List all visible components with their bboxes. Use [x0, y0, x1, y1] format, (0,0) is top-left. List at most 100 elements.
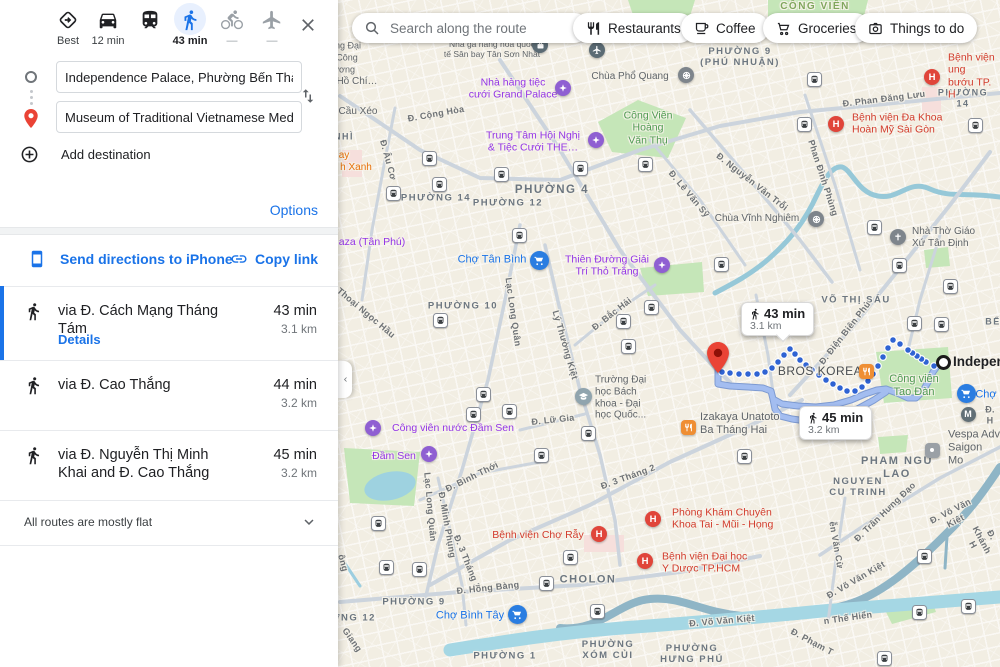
transit-stop-icon[interactable]	[616, 314, 631, 329]
transit-stop-icon[interactable]	[907, 316, 922, 331]
bubble-time: 45 min	[822, 410, 863, 425]
send-to-phone-icon	[28, 250, 46, 268]
transit-stop-icon[interactable]	[412, 562, 427, 577]
chip-things-to-do[interactable]: Things to do	[855, 13, 977, 43]
car-icon	[97, 9, 119, 31]
transit-stop-icon[interactable]	[371, 516, 386, 531]
search-input[interactable]	[388, 20, 552, 37]
attr-icon[interactable]	[654, 257, 670, 273]
transit-stop-icon[interactable]	[912, 605, 927, 620]
chip-groceries[interactable]: Groceries	[763, 13, 870, 43]
swap-arrows-icon	[299, 87, 317, 105]
transit-stop-icon[interactable]	[573, 161, 588, 176]
cart-icon[interactable]	[508, 605, 527, 624]
copy-link-button[interactable]: Copy link	[230, 250, 318, 268]
school-icon[interactable]	[575, 388, 592, 405]
attr-icon[interactable]	[421, 446, 437, 462]
attr-icon[interactable]	[588, 132, 604, 148]
route-option-1-selected[interactable]: via Đ. Cách Mạng Tháng Tám 43 min 3.1 km…	[0, 286, 338, 361]
mode-bike[interactable]: —	[212, 6, 252, 47]
mode-walk-selected[interactable]: 43 min	[170, 6, 210, 47]
search-along-route-bar[interactable]	[352, 13, 589, 43]
transit-stop-icon[interactable]	[512, 228, 527, 243]
mode-flight[interactable]: —	[252, 6, 292, 47]
transit-stop-icon[interactable]	[466, 407, 481, 422]
temple-icon[interactable]	[678, 67, 694, 83]
hospital-icon[interactable]: H	[637, 553, 653, 569]
cart-icon[interactable]	[957, 384, 976, 403]
transit-stop-icon[interactable]	[534, 448, 549, 463]
transit-stop-icon[interactable]	[714, 257, 729, 272]
options-link[interactable]: Options	[270, 202, 318, 218]
origin-marker[interactable]	[936, 355, 951, 370]
google-maps-directions-app: PHƯỜNG 9 (PHÚ NHUẬN)PHƯỜNG 4PHƯỜNG 12PHƯ…	[0, 0, 1000, 667]
transit-stop-icon[interactable]	[433, 313, 448, 328]
vespa-icon[interactable]	[925, 443, 940, 458]
origin-marker-label: Independen	[953, 354, 1000, 369]
mode-best[interactable]: Best	[48, 6, 88, 47]
chevron-down-icon[interactable]	[300, 513, 318, 531]
walking-icon	[807, 412, 819, 424]
chip-coffee[interactable]: Coffee	[681, 13, 769, 43]
transit-stop-icon[interactable]	[502, 404, 517, 419]
route-time-bubble-alt[interactable]: 45 min 3.2 km	[799, 406, 872, 440]
route-option-3[interactable]: via Đ. Nguyễn Thị Minh Khai and Đ. Cao T…	[0, 430, 338, 501]
transit-stop-icon[interactable]	[797, 117, 812, 132]
hospital-icon[interactable]: H	[645, 511, 661, 527]
transit-stop-icon[interactable]	[737, 449, 752, 464]
close-directions-button[interactable]	[295, 12, 321, 38]
restaurant-icon[interactable]	[859, 364, 874, 379]
transit-stop-icon[interactable]	[621, 339, 636, 354]
transit-stop-icon[interactable]	[422, 151, 437, 166]
transit-stop-icon[interactable]	[961, 599, 976, 614]
swap-origin-destination-button[interactable]	[296, 84, 320, 108]
origin-input[interactable]	[56, 61, 302, 93]
hospital-icon[interactable]: H	[591, 526, 607, 542]
church-icon[interactable]	[890, 229, 906, 245]
attr-icon[interactable]	[555, 80, 571, 96]
transit-stop-icon[interactable]	[943, 279, 958, 294]
transit-stop-icon[interactable]	[581, 426, 596, 441]
mode-transit[interactable]	[130, 6, 170, 35]
route-time-bubble-selected[interactable]: 43 min 3.1 km	[741, 302, 814, 336]
transit-stop-icon[interactable]	[476, 387, 491, 402]
collapse-panel-button[interactable]	[338, 361, 352, 398]
transit-stop-icon[interactable]	[968, 118, 983, 133]
chip-restaurants[interactable]: Restaurants	[573, 13, 694, 43]
transit-stop-icon[interactable]	[877, 651, 892, 666]
transit-stop-icon[interactable]	[917, 549, 932, 564]
route-distance: 3.2 km	[281, 396, 317, 410]
transit-stop-icon[interactable]	[386, 186, 401, 201]
metro-icon[interactable]: M	[961, 407, 976, 422]
destination-input[interactable]	[56, 101, 302, 133]
transit-stop-icon[interactable]	[807, 72, 822, 87]
temple-icon[interactable]	[808, 211, 824, 227]
transit-stop-icon[interactable]	[379, 560, 394, 575]
transit-stop-icon[interactable]	[432, 177, 447, 192]
add-destination-button[interactable]: Add destination	[20, 145, 151, 164]
transit-stop-icon[interactable]	[892, 258, 907, 273]
waypoint-dots	[30, 102, 33, 105]
route-option-2[interactable]: via Đ. Cao Thắng 44 min 3.2 km	[0, 360, 338, 431]
transit-stop-icon[interactable]	[539, 576, 554, 591]
send-to-phone-button[interactable]: Send directions to iPhone	[28, 250, 233, 268]
transit-stop-icon[interactable]	[934, 317, 949, 332]
mode-drive[interactable]: 12 min	[88, 6, 128, 47]
destination-pin-icon[interactable]	[707, 342, 729, 373]
airport-icon[interactable]	[589, 42, 605, 58]
transit-stop-icon[interactable]	[644, 300, 659, 315]
add-destination-label: Add destination	[61, 147, 151, 162]
transit-stop-icon[interactable]	[590, 604, 605, 619]
chip-label: Restaurants	[608, 21, 681, 36]
transit-stop-icon[interactable]	[867, 220, 882, 235]
route-details-link[interactable]: Details	[58, 332, 101, 347]
transit-stop-icon[interactable]	[638, 157, 653, 172]
cart-icon[interactable]	[530, 251, 549, 270]
chip-label: Groceries	[798, 21, 857, 36]
hospital-icon[interactable]: H	[924, 69, 940, 85]
attr-icon[interactable]	[365, 420, 381, 436]
restaurant-icon[interactable]	[681, 420, 696, 435]
hospital-icon[interactable]: H	[828, 116, 844, 132]
transit-stop-icon[interactable]	[563, 550, 578, 565]
transit-stop-icon[interactable]	[494, 167, 509, 182]
